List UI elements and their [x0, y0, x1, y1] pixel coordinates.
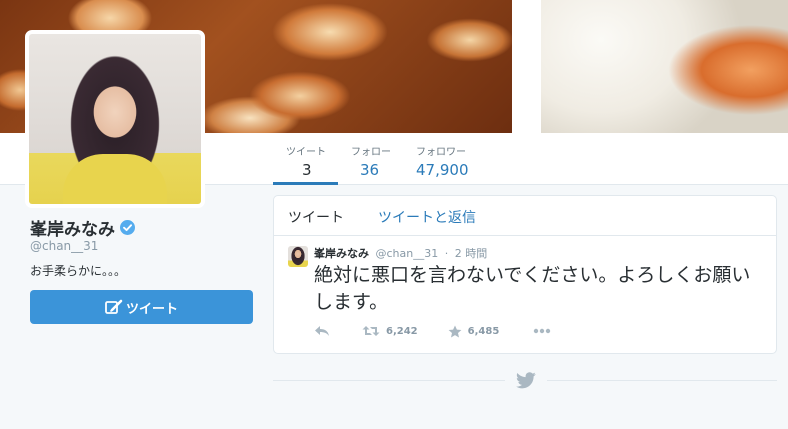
profile-name[interactable]: 峯岸みなみ [30, 215, 135, 240]
tweet-timestamp[interactable]: 2 時間 [455, 247, 488, 260]
reply-icon [315, 326, 329, 336]
reply-button[interactable] [314, 325, 330, 337]
nav-stat-tweets[interactable]: ツイート 3 [286, 143, 338, 179]
compose-icon [105, 299, 123, 314]
tweet-text: 絶対に悪口を言わないでください。よろしくお願いします。 [314, 264, 751, 313]
avatar-shirt [63, 154, 167, 204]
tweet-header: 峯岸みなみ @chan__31 · 2 時間 [314, 245, 487, 261]
stat-label: ツイート [286, 147, 326, 158]
stat-value: 36 [360, 161, 380, 179]
more-icon [534, 328, 551, 334]
verified-badge-icon [120, 220, 135, 235]
tweet-author-name[interactable]: 峯岸みなみ [314, 247, 369, 260]
retweet-icon [362, 326, 380, 336]
timeline-tabs: ツイート ツイートと返信 [273, 195, 777, 235]
stat-value: 47,900 [416, 161, 469, 179]
timeline-end-divider [547, 380, 777, 381]
favorite-star-icon [448, 325, 462, 337]
tweet-author-handle[interactable]: @chan__31 [376, 247, 439, 260]
tweet-button-label: ツイート [125, 301, 178, 317]
bird-icon [516, 372, 536, 389]
favorite-button[interactable]: 6,485 [448, 325, 500, 338]
tweet-separator: · [444, 247, 449, 260]
tab-tweets[interactable]: ツイート [288, 207, 344, 227]
profile-handle[interactable]: @chan__31 [30, 239, 98, 253]
tab-tweets-and-replies[interactable]: ツイートと返信 [378, 207, 476, 227]
retweet-button[interactable]: 6,242 [362, 325, 418, 337]
stat-label: フォロワー [416, 147, 466, 158]
tweet-actions: 6,242 6,485 [314, 323, 551, 339]
profile-bio: お手柔らかに。。。 [30, 264, 127, 278]
nav-stat-followers[interactable]: フォロワー 47,900 [416, 143, 469, 179]
profile-avatar[interactable] [25, 30, 205, 208]
more-button[interactable] [533, 328, 551, 334]
timeline-end-divider [273, 380, 505, 381]
nav-active-indicator [273, 182, 338, 185]
banner-image-right [541, 0, 788, 133]
stat-value: 3 [302, 161, 312, 179]
profile-name-text: 峯岸みなみ [30, 220, 115, 240]
tweet-button[interactable]: ツイート [30, 290, 253, 324]
tweet-avatar[interactable] [288, 246, 308, 267]
nav-stat-following[interactable]: フォロー 36 [351, 143, 391, 179]
tweet-item[interactable]: 峯岸みなみ @chan__31 · 2 時間 絶対に悪口を言わないでください。よ… [273, 235, 777, 354]
retweet-count: 6,242 [386, 325, 418, 337]
favorite-count: 6,485 [467, 325, 500, 337]
stat-label: フォロー [351, 147, 391, 158]
